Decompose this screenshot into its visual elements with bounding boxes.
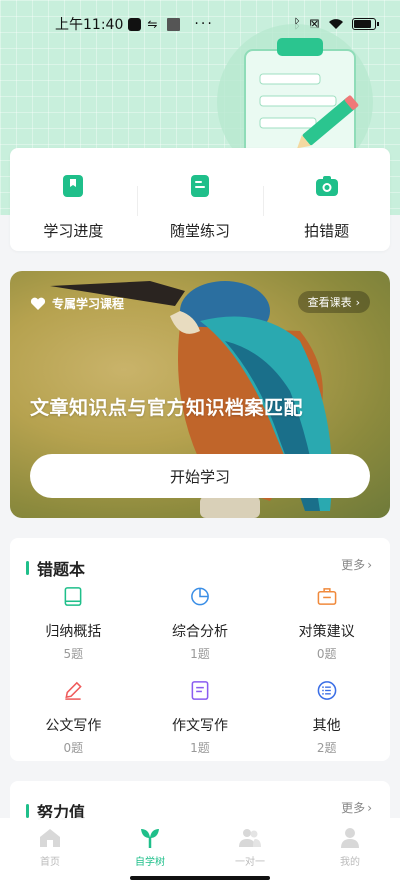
category-count: 0题 <box>316 647 337 661</box>
section-header: 错题本 <box>26 556 85 580</box>
tab-label: 首页 <box>40 857 60 868</box>
quick-actions-card: 学习进度 随堂练习 拍错题 <box>10 148 390 251</box>
view-schedule-label: 查看课表 <box>307 296 352 309</box>
section-accent-bar <box>26 804 29 818</box>
camera-icon <box>315 176 338 196</box>
tab-home[interactable]: 首页 <box>0 818 100 888</box>
app-notification-icon <box>167 17 181 31</box>
section-accent-bar <box>26 561 29 575</box>
banner-title: 文章知识点与官方知识档案匹配 <box>30 397 304 419</box>
error-category-grid: 归纳概括 5题 综合分析 1题 对策建议 0题 公文写作 0题 作文写作 1题 … <box>10 582 390 756</box>
more-label: 更多 <box>341 558 366 572</box>
tab-mine[interactable]: 我的 <box>300 818 400 888</box>
usb-icon: ⇋ <box>147 17 158 31</box>
sprout-icon <box>141 829 159 848</box>
error-category-other[interactable]: 其他 2题 <box>263 676 390 756</box>
tab-label: 我的 <box>340 857 360 868</box>
chevron-right-icon: › <box>367 800 372 815</box>
error-book-card: 错题本 更多 › 归纳概括 5题 综合分析 1题 对策建议 0题 公文写作 0题… <box>10 538 390 761</box>
person-icon <box>341 828 359 848</box>
briefcase-icon <box>317 588 337 605</box>
category-name: 综合分析 <box>171 624 228 640</box>
notification-icon <box>128 17 142 31</box>
pie-chart-icon <box>191 587 209 606</box>
banner-tag-label: 专属学习课程 <box>52 297 125 311</box>
quick-action-label: 学习进度 <box>43 222 104 240</box>
category-name: 作文写作 <box>171 718 228 734</box>
banner-tag: 专属学习课程 <box>30 295 124 312</box>
people-icon <box>239 829 261 847</box>
quick-action-label: 拍错题 <box>304 222 350 240</box>
quick-action-progress[interactable]: 学习进度 <box>10 148 137 251</box>
tab-label: 一对一 <box>235 857 265 868</box>
course-banner[interactable]: 专属学习课程 查看课表 › 文章知识点与官方知识档案匹配 开始学习 <box>10 271 390 518</box>
error-category-essay[interactable]: 作文写作 1题 <box>137 676 264 756</box>
error-category-summarize[interactable]: 归纳概括 5题 <box>10 582 137 662</box>
list-icon <box>317 681 337 700</box>
more-label: 更多 <box>341 801 366 815</box>
quick-action-photo[interactable]: 拍错题 <box>263 148 390 251</box>
error-category-countermeasure[interactable]: 对策建议 0题 <box>263 582 390 662</box>
status-time: 上午11:40 <box>55 17 124 33</box>
error-category-official-writing[interactable]: 公文写作 0题 <box>10 676 137 756</box>
category-name: 公文写作 <box>45 718 102 734</box>
document-icon <box>191 175 209 197</box>
start-learning-button[interactable]: 开始学习 <box>30 454 370 498</box>
book-icon <box>64 587 82 606</box>
category-name: 归纳概括 <box>45 624 102 640</box>
home-indicator <box>130 876 270 880</box>
category-count: 1题 <box>190 647 210 661</box>
error-category-analysis[interactable]: 综合分析 1题 <box>137 582 264 662</box>
chevron-right-icon: › <box>367 557 372 572</box>
more-link[interactable]: 更多 › <box>341 556 372 573</box>
category-count: 1题 <box>190 741 210 755</box>
category-count: 0题 <box>63 741 84 755</box>
category-count: 2题 <box>316 741 337 755</box>
home-icon <box>40 829 60 847</box>
category-count: 5题 <box>63 647 84 661</box>
quick-action-practice[interactable]: 随堂练习 <box>136 148 264 251</box>
category-name: 对策建议 <box>298 624 355 640</box>
category-name: 其他 <box>312 718 341 734</box>
heart-icon <box>30 297 46 310</box>
section-title: 错题本 <box>37 560 86 579</box>
view-schedule-button[interactable]: 查看课表 › <box>297 291 370 313</box>
bookmark-book-icon <box>63 175 84 197</box>
chevron-right-icon: › <box>355 295 360 309</box>
note-icon <box>191 681 209 700</box>
tab-label: 自学树 <box>135 857 165 868</box>
quick-action-label: 随堂练习 <box>170 222 231 240</box>
pencil-icon <box>65 681 83 700</box>
more-link[interactable]: 更多 › <box>341 799 372 816</box>
